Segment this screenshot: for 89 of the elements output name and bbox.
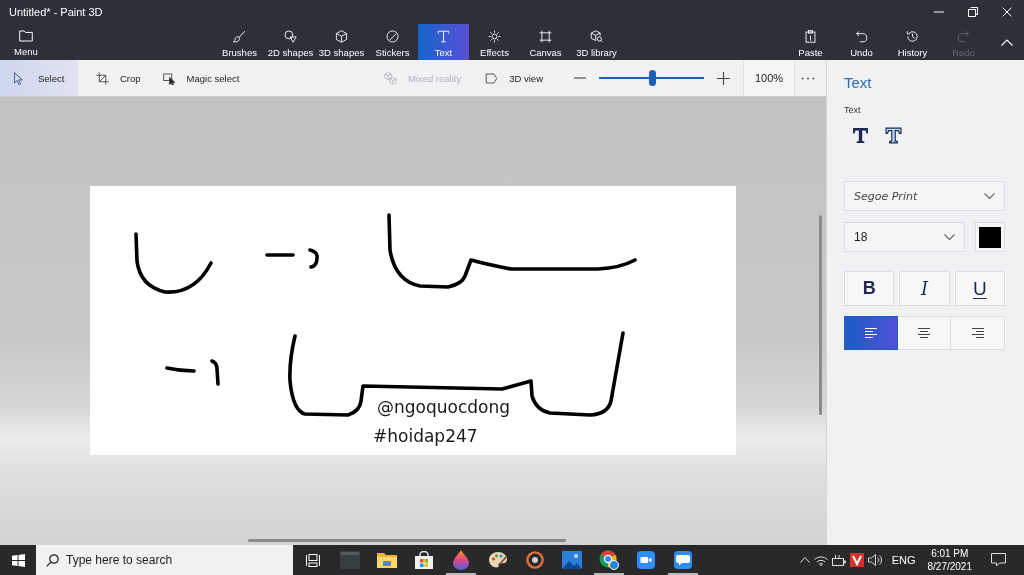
chevron-up-icon[interactable] — [799, 557, 810, 563]
ribbon-tool-tab[interactable]: Effects — [469, 24, 520, 60]
cube-icon — [335, 30, 348, 43]
font-size-dropdown[interactable]: 18 — [844, 222, 965, 252]
minimize-icon — [934, 11, 944, 13]
clipboard-icon — [804, 30, 817, 43]
align-right-icon — [971, 328, 984, 338]
wifi-icon[interactable] — [813, 554, 828, 566]
cube-search-icon — [590, 30, 603, 43]
letter-t-icon[interactable] — [852, 127, 869, 144]
folder-outline-icon — [19, 30, 33, 42]
brush-icon — [233, 30, 246, 43]
chevron-down-icon — [944, 234, 955, 240]
pen-stroke — [308, 248, 319, 269]
more-icon — [801, 76, 815, 80]
minus-icon — [574, 77, 586, 79]
plus-icon — [716, 71, 730, 85]
image-cursor-icon — [162, 71, 176, 85]
ribbon-tool-tab[interactable]: Stickers — [367, 24, 418, 60]
toolbar-tool-button[interactable]: Crop — [92, 60, 145, 96]
search-field[interactable]: Type here to search — [36, 545, 293, 575]
frame-icon — [539, 30, 552, 43]
window-title: Untitled* - Paint 3D — [8, 6, 103, 18]
pen-stroke — [210, 359, 220, 386]
video-camera-icon — [636, 551, 655, 569]
text-icon — [437, 30, 450, 43]
dark-window-icon — [339, 551, 360, 569]
cubes-icon — [383, 71, 397, 85]
toolbar-tool-button[interactable]: Select — [0, 60, 78, 96]
task-view-icon — [305, 553, 320, 567]
ribbon-action-button[interactable]: History — [887, 24, 938, 60]
format-button[interactable]: I — [899, 271, 950, 306]
landscape-icon — [561, 551, 582, 569]
sun-icon — [488, 30, 501, 43]
3d-letter-t-icon[interactable] — [885, 127, 902, 144]
ribbon-tool-tab[interactable]: Brushes — [214, 24, 265, 60]
pen-stroke — [265, 253, 295, 257]
droplet-icon — [452, 550, 469, 570]
ribbon-tool-tab[interactable]: 3D shapes — [316, 24, 367, 60]
crop-icon — [96, 71, 109, 85]
windows-logo-icon — [11, 553, 25, 567]
shopping-bag-icon — [414, 551, 433, 569]
align-center-icon — [918, 328, 930, 338]
ribbon-tool-tab[interactable]: 3D library — [571, 24, 622, 60]
undo-icon — [855, 30, 868, 43]
horizontal-scrollbar[interactable] — [248, 539, 566, 542]
tricolor-circle-icon — [598, 550, 619, 570]
tag-icon — [485, 71, 499, 85]
search-icon — [46, 554, 59, 567]
ring-icon — [525, 551, 544, 569]
language-indicator[interactable]: ENG — [891, 554, 916, 566]
chat-bubble-icon — [673, 551, 692, 569]
menu-button[interactable]: Menu — [0, 24, 52, 60]
notification-icon — [990, 553, 1006, 567]
format-button[interactable]: B — [844, 271, 895, 306]
toolbar-tool-button[interactable]: 3D view — [481, 60, 547, 96]
ribbon-tool-tab[interactable]: Text — [418, 24, 469, 60]
ribbon-action-button[interactable]: Undo — [836, 24, 887, 60]
ribbon-tool-tab[interactable]: Canvas — [520, 24, 571, 60]
close-icon — [1002, 7, 1012, 17]
pen-stroke — [165, 366, 196, 373]
ribbon-action-button[interactable]: Paste — [785, 24, 836, 60]
font-dropdown[interactable]: Segoe Print — [844, 181, 1005, 211]
section-label: Text — [844, 105, 862, 116]
ribbon-tool-tab[interactable]: 2D shapes — [265, 24, 316, 60]
shapes-icon — [284, 30, 297, 43]
chevron-down-icon — [984, 193, 995, 199]
format-button[interactable]: U — [954, 271, 1005, 306]
canvas-text: @ngoquocdong — [377, 397, 511, 418]
history-icon — [906, 30, 919, 43]
panel-title: Text — [844, 74, 873, 91]
folder-icon — [376, 552, 397, 568]
v-logo-icon[interactable] — [849, 553, 864, 567]
vertical-scrollbar[interactable] — [819, 215, 822, 415]
redo-icon — [957, 30, 970, 43]
toolbar-tool-button[interactable]: Magic select — [158, 60, 244, 96]
align-left-icon — [864, 328, 877, 338]
battery-plug-icon[interactable] — [831, 554, 846, 566]
palette-icon — [487, 551, 508, 569]
canvas-text: #hoidap247 — [373, 426, 478, 447]
clock-button[interactable]: 6:01 PM 8/27/2021 — [925, 545, 974, 575]
slider-thumb[interactable] — [648, 70, 656, 86]
zoom-level-field[interactable]: 100% — [743, 60, 795, 96]
restore-icon — [968, 7, 978, 17]
sticker-icon — [386, 30, 399, 43]
chevron-up-icon — [1000, 38, 1013, 46]
cursor-icon — [12, 71, 25, 85]
align-button[interactable] — [844, 316, 898, 350]
speaker-icon[interactable] — [867, 554, 882, 566]
